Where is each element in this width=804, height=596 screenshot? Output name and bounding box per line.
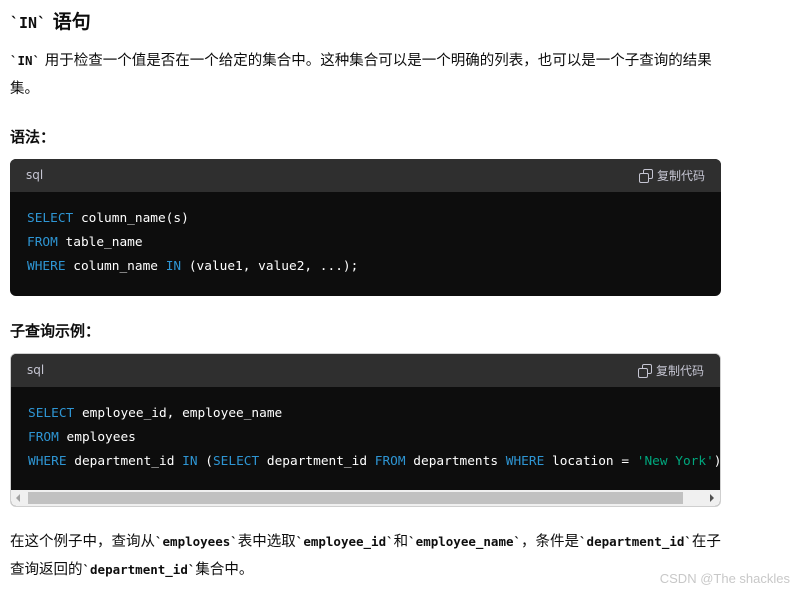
code-line: FROM table_name (27, 231, 705, 255)
code-keyword: FROM (374, 454, 406, 469)
copy-code-button[interactable]: 复制代码 (638, 167, 705, 184)
paragraph-text: 在这个例子中，查询从 (10, 534, 155, 550)
horizontal-scrollbar[interactable] (11, 490, 720, 506)
syntax-heading: 语法： (10, 128, 56, 146)
syntax-code-block: sql 复制代码 SELECT column_name(s) FROM table… (10, 159, 721, 296)
subquery-heading: 子查询示例： (10, 322, 101, 340)
intro-text: 用于检查一个值是否在一个给定的集合中。这种集合可以是一个明确的列表，也可以是一个… (10, 53, 712, 97)
scrollbar-thumb[interactable] (28, 492, 683, 504)
code-string: 'New York' (636, 454, 714, 469)
code-text: department_id (66, 454, 183, 469)
copy-icon (637, 363, 652, 378)
code-language-label: sql (26, 168, 44, 182)
code-text: column_name (65, 259, 166, 274)
code-line: SELECT employee_id, employee_name (28, 402, 704, 426)
code-line: FROM employees (28, 426, 704, 450)
copy-code-label: 复制代码 (656, 169, 705, 183)
code-line: SELECT column_name(s) (27, 207, 705, 231)
inline-code: `employee_name` (408, 534, 522, 549)
code-text: location = (544, 454, 637, 469)
watermark: CSDN @The shackles (659, 571, 790, 586)
intro-paragraph: `IN` 用于检查一个值是否在一个给定的集合中。这种集合可以是一个明确的列表，也… (10, 47, 730, 103)
paragraph-text: ，条件是 (521, 534, 580, 550)
code-keyword: SELECT (28, 406, 75, 421)
code-keyword: FROM (28, 430, 59, 445)
code-text: column_name(s) (73, 211, 189, 226)
code-line: WHERE department_id IN (SELECT departmen… (28, 450, 720, 474)
code-block-header: sql 复制代码 (11, 354, 720, 387)
code-language-label: sql (27, 363, 45, 377)
code-text: employee_id, employee_name (74, 406, 283, 421)
paragraph-text: 集合中。 (195, 562, 254, 578)
code-keyword: SELECT (27, 211, 74, 226)
code-keyword: SELECT (212, 454, 260, 469)
copy-icon (638, 168, 653, 183)
subquery-code-block: sql 复制代码 SELECT employee_id, employee_na… (10, 353, 721, 507)
code-text: department_id (259, 454, 375, 469)
code-text: employees (58, 430, 136, 445)
inline-code: `employees` (155, 534, 238, 549)
scroll-left-arrow-icon[interactable] (11, 490, 27, 506)
code-text: table_name (57, 235, 143, 250)
code-content: SELECT employee_id, employee_name FROM em… (11, 387, 720, 474)
code-text: ( (197, 454, 213, 469)
code-keyword: WHERE (28, 454, 67, 469)
inline-code: `employee_id` (295, 534, 394, 549)
explanation-paragraph: 在这个例子中，查询从`employees`表中选取`employee_id`和`… (10, 528, 730, 584)
heading-code: `IN` (10, 14, 47, 32)
inline-code: `department_id` (579, 534, 692, 549)
code-keyword: WHERE (505, 454, 545, 469)
copy-code-label: 复制代码 (655, 364, 704, 378)
heading-text: 语句 (46, 11, 91, 33)
paragraph-text: 和 (393, 534, 409, 550)
code-line: WHERE column_name IN (value1, value2, ..… (27, 255, 705, 279)
scroll-right-arrow-icon[interactable] (704, 490, 720, 506)
code-keyword: IN (165, 259, 182, 274)
code-text: departments (405, 454, 506, 469)
code-keyword: FROM (27, 235, 58, 250)
code-keyword: WHERE (27, 259, 66, 274)
copy-code-button[interactable]: 复制代码 (637, 362, 704, 379)
intro-code: `IN` (10, 53, 41, 68)
code-text: (value1, value2, ...); (181, 259, 359, 274)
inline-code: `department_id` (82, 562, 196, 577)
paragraph-text: 表中选取 (237, 534, 296, 550)
section-heading: `IN` 语句 (10, 8, 91, 37)
code-content: SELECT column_name(s) FROM table_name WHER… (10, 192, 721, 279)
code-block-header: sql 复制代码 (10, 159, 721, 192)
code-keyword: IN (182, 454, 198, 469)
code-text: ) (713, 454, 721, 469)
